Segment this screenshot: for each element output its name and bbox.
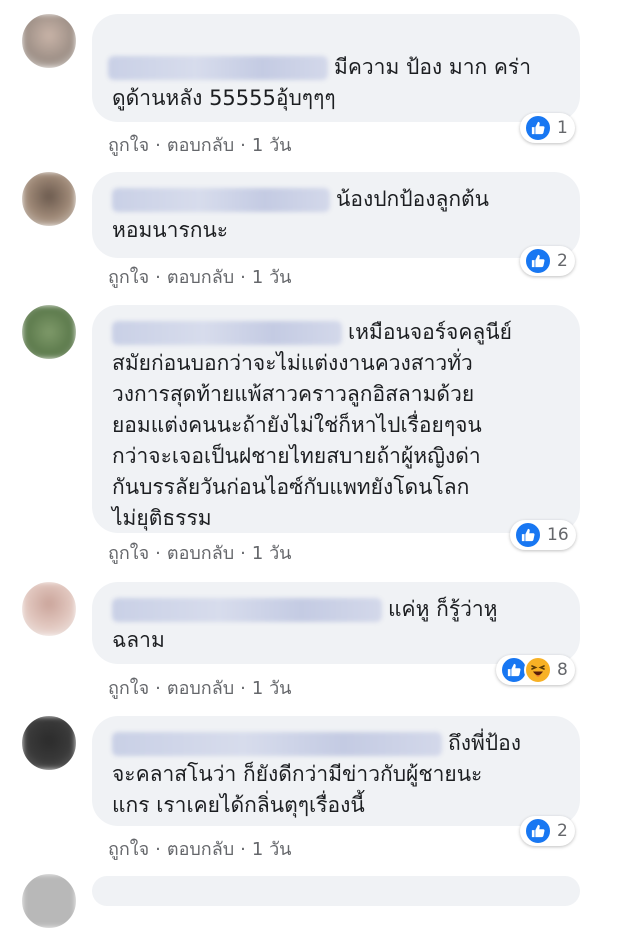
reaction-count: 1 [557,118,568,138]
timestamp[interactable]: 1 วัน [252,543,292,564]
reply-link[interactable]: ตอบกลับ [167,839,234,860]
like-reaction-icon [524,817,552,845]
comment-line-5: กว่าจะเจอเป็นฝชายไทยสบายถ้าผู้หญิงด่า [112,444,481,468]
reply-link[interactable]: ตอบกลับ [167,135,234,156]
comment-line-2: หอมนารกนะ [112,218,229,242]
blurred-author-name[interactable] [112,598,382,622]
reaction-summary[interactable]: 8 [496,655,575,685]
avatar[interactable] [22,305,76,359]
comment-line-3: วงการสุดท้ายแพ้สาวคราวลูกอิสลามด้วย [112,382,475,406]
timestamp[interactable]: 1 วัน [252,267,292,288]
avatar[interactable] [22,172,76,226]
comment-line-1: มีความ ป้อง มาก คร่า [108,52,560,83]
comment-line-7: ไม่ยุติธรรม [112,506,212,530]
comment-bubble: น้องปกป้องลูกต้น หอมนารกนะ [92,172,580,258]
comment-bubble: ถึงพี่ป้อง จะคลาสโนว่า ก็ยังดีกว่ามีข่าว… [92,716,580,826]
like-link[interactable]: ถูกใจ [108,267,149,288]
like-reaction-icon [514,521,542,549]
comment-line-1: แค่หู ก็รู้ว่าหู [112,594,560,625]
comment-actions: ถูกใจ · ตอบกลับ · 1 วัน [108,267,292,288]
reaction-count: 8 [557,660,568,680]
blurred-author-name[interactable] [112,188,330,212]
comment-line-1: น้องปกป้องลูกต้น [112,184,560,215]
like-reaction-icon [524,114,552,142]
comment-line-2: ฉลาม [112,628,165,652]
comment-bubble: แค่หู ก็รู้ว่าหู ฉลาม [92,582,580,664]
comment-line-2: ดูด้านหลัง 55555อุ้บๆๆๆ [112,86,336,110]
avatar[interactable] [22,874,76,928]
comment-line-2: จะคลาสโนว่า ก็ยังดีกว่ามีข่าวกับผู้ชายนะ [112,762,483,786]
reply-link[interactable]: ตอบกลับ [167,678,234,699]
comment-line-6: กันบรรลัยวันก่อนไอซ์กับแพทยังโดนโลก [112,475,470,499]
comment-bubble: มีความ ป้อง มาก คร่า ดูด้านหลัง 55555อุ้… [92,14,580,122]
comment-bubble: เหมือนจอร์จคลูนีย์ สมัยก่อนบอกว่าจะไม่แต… [92,305,580,533]
reaction-count: 2 [557,251,568,271]
comment-actions: ถูกใจ · ตอบกลับ · 1 วัน [108,678,292,699]
reaction-count: 2 [557,821,568,841]
like-link[interactable]: ถูกใจ [108,678,149,699]
reaction-summary[interactable]: 2 [520,246,575,276]
comment-line-4: ยอมแต่งคนนะถ้ายังไม่ใช่ก็หาไปเรื่อยๆจน [112,413,482,437]
comment-line-1: เหมือนจอร์จคลูนีย์ [112,317,560,348]
like-link[interactable]: ถูกใจ [108,839,149,860]
like-reaction-icon [524,247,552,275]
haha-reaction-icon [524,656,552,684]
comment-line-2: สมัยก่อนบอกว่าจะไม่แต่งงานควงสาวทั่ว [112,351,473,375]
comment-line-1: ถึงพี่ป้อง [112,728,560,759]
comment-line-3: แกร เราเคยได้กลิ่นตุๆเรื่องนี้ [112,793,365,817]
comment-actions: ถูกใจ · ตอบกลับ · 1 วัน [108,839,292,860]
reaction-count: 16 [547,525,569,545]
reaction-summary[interactable]: 16 [510,520,576,550]
comment-bubble [92,876,580,906]
timestamp[interactable]: 1 วัน [252,839,292,860]
reaction-summary[interactable]: 1 [520,113,575,143]
blurred-author-name[interactable] [112,732,442,756]
avatar[interactable] [22,716,76,770]
avatar[interactable] [22,582,76,636]
comment-actions: ถูกใจ · ตอบกลับ · 1 วัน [108,543,292,564]
reaction-summary[interactable]: 2 [520,816,575,846]
blurred-author-name[interactable] [112,321,342,345]
like-link[interactable]: ถูกใจ [108,135,149,156]
timestamp[interactable]: 1 วัน [252,135,292,156]
timestamp[interactable]: 1 วัน [252,678,292,699]
like-link[interactable]: ถูกใจ [108,543,149,564]
reply-link[interactable]: ตอบกลับ [167,267,234,288]
blurred-author-name[interactable] [108,56,328,80]
avatar[interactable] [22,14,76,68]
reply-link[interactable]: ตอบกลับ [167,543,234,564]
comment-actions: ถูกใจ · ตอบกลับ · 1 วัน [108,135,292,156]
